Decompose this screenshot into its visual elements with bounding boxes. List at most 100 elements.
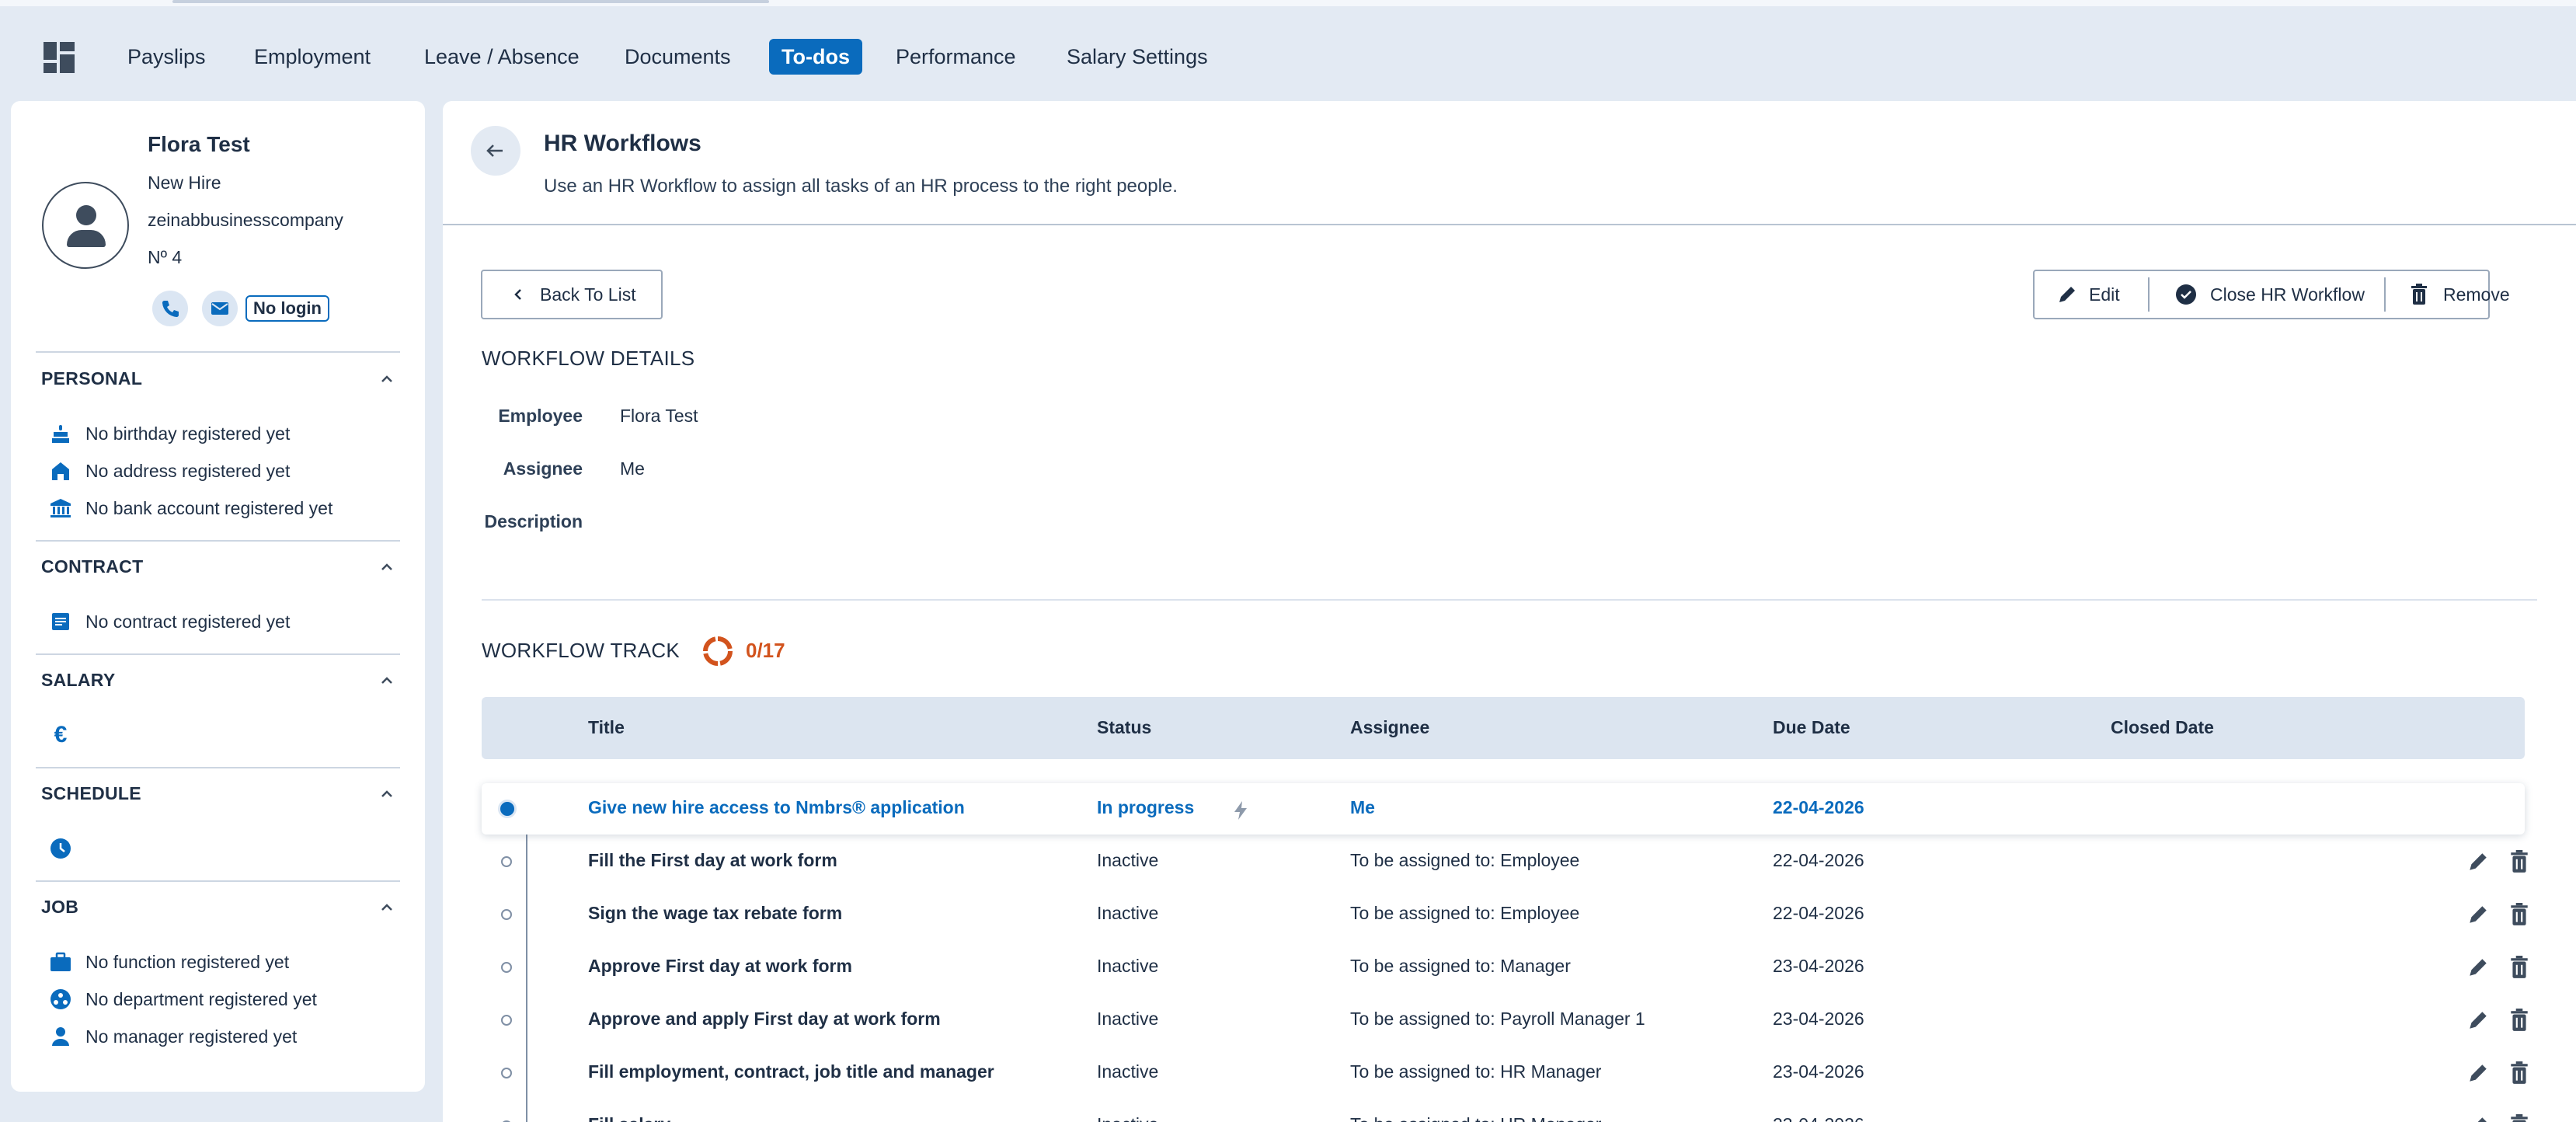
edit-row-icon[interactable] bbox=[2466, 850, 2490, 873]
euro-icon: € bbox=[54, 722, 68, 747]
home-icon bbox=[50, 460, 71, 482]
workflow-details-title: WORKFLOW DETAILS bbox=[482, 347, 695, 370]
section-divider bbox=[482, 599, 2537, 601]
manager-icon bbox=[50, 1026, 71, 1047]
employee-name: Flora Test bbox=[148, 132, 250, 156]
delete-row-icon[interactable] bbox=[2508, 1114, 2531, 1122]
row-due-date: 23-04-2026 bbox=[1773, 1009, 1864, 1029]
row-title[interactable]: Fill the First day at work form bbox=[588, 850, 837, 871]
tab-documents[interactable]: Documents bbox=[612, 39, 743, 75]
no-login-badge[interactable]: No login bbox=[245, 295, 329, 322]
row-title[interactable]: Fill salary bbox=[588, 1114, 670, 1122]
table-row: Fill the First day at work form Inactive… bbox=[482, 836, 2528, 887]
row-assignee: To be assigned to: Employee bbox=[1350, 903, 1580, 923]
column-closed-date: Closed Date bbox=[2111, 717, 2214, 737]
chevron-up-icon[interactable] bbox=[378, 370, 396, 389]
phone-icon bbox=[162, 301, 179, 318]
chevron-up-icon[interactable] bbox=[378, 558, 396, 577]
close-workflow-label: Close HR Workflow bbox=[2210, 284, 2365, 305]
tab-salary-settings[interactable]: Salary Settings bbox=[1054, 39, 1220, 75]
delete-row-icon[interactable] bbox=[2508, 956, 2531, 979]
tab-leave-absence[interactable]: Leave / Absence bbox=[412, 39, 592, 75]
section-divider bbox=[36, 880, 400, 882]
tab-employment[interactable]: Employment bbox=[242, 39, 383, 75]
edit-row-icon[interactable] bbox=[2466, 1061, 2490, 1085]
apps-grid-icon[interactable] bbox=[44, 42, 75, 73]
chevron-up-icon[interactable] bbox=[378, 671, 396, 690]
personal-bank-text: No bank account registered yet bbox=[85, 497, 333, 518]
column-status: Status bbox=[1097, 717, 1152, 737]
tab-performance[interactable]: Performance bbox=[883, 39, 1029, 75]
tab-todos[interactable]: To-dos bbox=[769, 39, 862, 75]
column-assignee: Assignee bbox=[1350, 717, 1430, 737]
edit-row-icon[interactable] bbox=[2466, 903, 2490, 926]
table-row: Fill employment, contract, job title and… bbox=[482, 1047, 2528, 1099]
row-status: Inactive bbox=[1097, 1061, 1159, 1082]
job-manager-row: No manager registered yet bbox=[50, 1024, 297, 1049]
edit-row-icon[interactable] bbox=[2466, 1114, 2490, 1122]
timeline-dot bbox=[501, 1015, 512, 1026]
section-divider bbox=[36, 351, 400, 353]
delete-row-icon[interactable] bbox=[2508, 850, 2531, 873]
edit-button[interactable]: Edit bbox=[2056, 271, 2120, 318]
row-assignee: To be assigned to: Manager bbox=[1350, 956, 1571, 976]
row-due-date: 23-04-2026 bbox=[1773, 956, 1864, 976]
email-button[interactable] bbox=[202, 291, 238, 326]
briefcase-icon bbox=[50, 951, 71, 973]
chevron-up-icon[interactable] bbox=[378, 785, 396, 803]
delete-row-icon[interactable] bbox=[2508, 903, 2531, 926]
edit-label: Edit bbox=[2089, 284, 2120, 305]
row-status: Inactive bbox=[1097, 850, 1159, 870]
employee-sidebar: Flora Test New Hire zeinabbusinesscompan… bbox=[11, 101, 425, 1092]
row-due-date: 23-04-2026 bbox=[1773, 1061, 1864, 1082]
row-assignee: To be assigned to: Payroll Manager 1 bbox=[1350, 1009, 1645, 1029]
workflow-actions: Edit Close HR Workflow Remove bbox=[2033, 270, 2510, 319]
main-content: HR Workflows Use an HR Workflow to assig… bbox=[443, 101, 2576, 1122]
section-divider bbox=[36, 653, 400, 655]
pencil-icon bbox=[2059, 287, 2075, 302]
phone-button[interactable] bbox=[152, 291, 188, 326]
back-button[interactable] bbox=[471, 126, 520, 176]
delete-row-icon[interactable] bbox=[2508, 1009, 2531, 1032]
edit-row-icon[interactable] bbox=[2466, 956, 2490, 979]
edit-row-icon[interactable] bbox=[2466, 1009, 2490, 1032]
chevron-left-icon bbox=[514, 289, 521, 300]
contract-row: No contract registered yet bbox=[50, 609, 290, 634]
section-job-title: JOB bbox=[41, 897, 79, 917]
page-title: HR Workflows bbox=[544, 131, 701, 156]
table-row: Sign the wage tax rebate form Inactive T… bbox=[482, 889, 2528, 940]
row-title[interactable]: Approve and apply First day at work form bbox=[588, 1009, 941, 1030]
trash-icon bbox=[2411, 284, 2427, 305]
row-status: Inactive bbox=[1097, 956, 1159, 976]
back-to-list-button[interactable]: Back To List bbox=[481, 270, 663, 319]
employee-status: New Hire bbox=[148, 172, 221, 193]
job-department-text: No department registered yet bbox=[85, 988, 317, 1009]
row-due-date: 23-04-2026 bbox=[1773, 1114, 1864, 1122]
lightning-icon bbox=[1234, 801, 1247, 820]
remove-label: Remove bbox=[2443, 284, 2510, 305]
personal-address-row: No address registered yet bbox=[50, 458, 290, 483]
delete-row-icon[interactable] bbox=[2508, 1061, 2531, 1085]
action-separator bbox=[2384, 277, 2386, 312]
table-row[interactable]: Give new hire access to Nmbrs® applicati… bbox=[482, 783, 2525, 835]
chevron-up-icon[interactable] bbox=[378, 898, 396, 917]
section-schedule-title: SCHEDULE bbox=[41, 783, 141, 803]
timeline-dot bbox=[501, 962, 512, 973]
action-separator bbox=[2148, 277, 2150, 312]
row-title[interactable]: Fill employment, contract, job title and… bbox=[588, 1061, 994, 1082]
table-row: Fill salary Inactive To be assigned to: … bbox=[482, 1100, 2528, 1122]
remove-button[interactable]: Remove bbox=[2409, 271, 2510, 318]
bank-icon bbox=[50, 497, 71, 519]
row-title[interactable]: Sign the wage tax rebate form bbox=[588, 903, 842, 924]
job-manager-text: No manager registered yet bbox=[85, 1026, 298, 1047]
job-department-row: No department registered yet bbox=[50, 987, 317, 1012]
progress-count: 0/17 bbox=[746, 639, 785, 662]
section-personal-title: PERSONAL bbox=[41, 368, 143, 389]
tab-payslips[interactable]: Payslips bbox=[115, 39, 218, 75]
row-title[interactable]: Approve First day at work form bbox=[588, 956, 852, 977]
section-salary-title: SALARY bbox=[41, 670, 116, 690]
row-title[interactable]: Give new hire access to Nmbrs® applicati… bbox=[588, 797, 965, 818]
personal-bank-row: No bank account registered yet bbox=[50, 496, 332, 521]
progress-ring-icon bbox=[703, 636, 733, 666]
close-workflow-button[interactable]: Close HR Workflow bbox=[2174, 271, 2365, 318]
